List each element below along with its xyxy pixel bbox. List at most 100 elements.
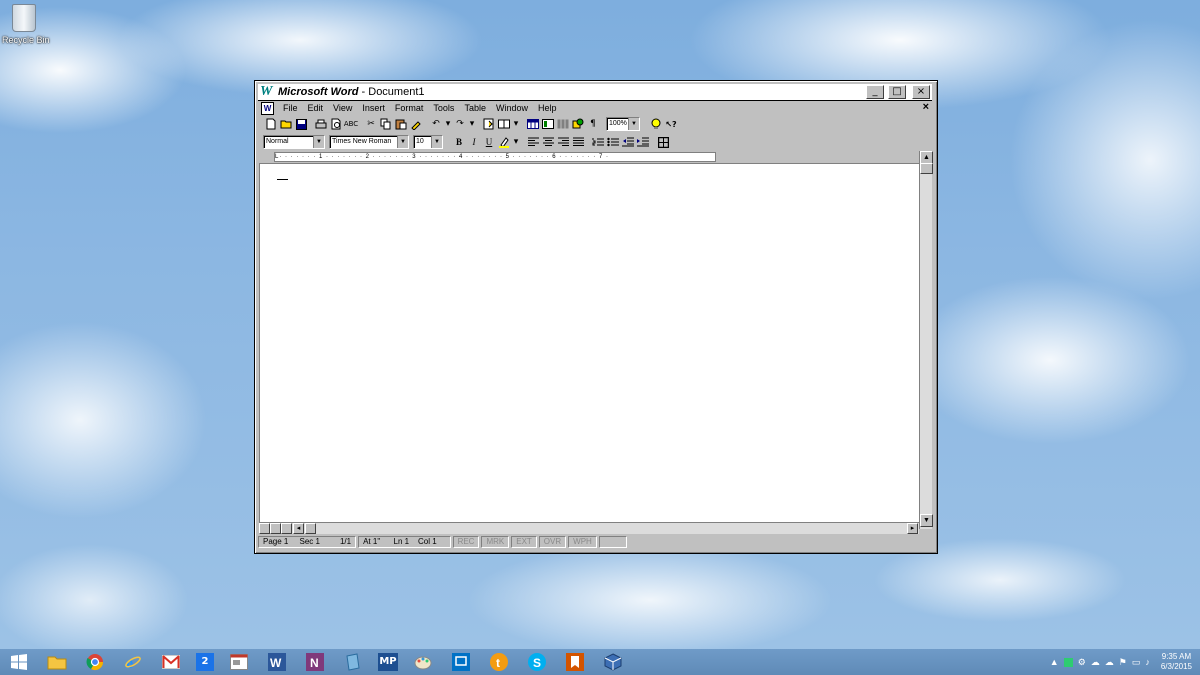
address-dropdown-icon[interactable]: ▾ [512, 117, 520, 131]
style-select[interactable]: Normal ▼ [263, 135, 325, 149]
document-control-icon[interactable]: W [261, 101, 274, 115]
bullets-icon[interactable] [606, 135, 620, 149]
recycle-bin[interactable]: Recycle Bin [2, 4, 50, 45]
insert-address-icon[interactable] [497, 117, 511, 131]
horizontal-scroll-thumb[interactable] [305, 523, 316, 534]
undo-icon[interactable]: ↶ [429, 117, 443, 131]
open-folder-icon[interactable] [279, 117, 293, 131]
underline-button[interactable]: U [482, 135, 496, 149]
increase-indent-icon[interactable] [636, 135, 650, 149]
font-select[interactable]: Times New Roman ▼ [329, 135, 409, 149]
status-rec[interactable]: REC [452, 536, 480, 548]
layout-view-button[interactable] [270, 523, 281, 534]
italic-button[interactable]: I [467, 135, 481, 149]
highlight-dropdown-icon[interactable]: ▾ [512, 135, 520, 149]
clock[interactable]: 9:35 AM 6/3/2015 [1161, 652, 1192, 672]
print-icon[interactable] [314, 117, 328, 131]
paint-icon[interactable] [410, 651, 436, 673]
bookmark-app-icon[interactable] [562, 651, 588, 673]
tumblr-icon[interactable]: t [486, 651, 512, 673]
outline-view-button[interactable] [281, 523, 292, 534]
menu-help[interactable]: Help [533, 103, 562, 113]
scroll-right-button[interactable]: ▸ [907, 523, 918, 534]
save-icon[interactable] [294, 117, 308, 131]
spelling-icon[interactable]: ABC [344, 117, 358, 131]
cloud-sync-icon[interactable]: ☁ [1105, 657, 1114, 668]
show-hidden-icons-icon[interactable]: ▲ [1050, 657, 1059, 667]
status-wph[interactable]: WPH [568, 536, 597, 548]
menu-format[interactable]: Format [390, 103, 429, 113]
chrome-icon[interactable] [82, 651, 108, 673]
remote-desktop-icon[interactable] [448, 651, 474, 673]
numbering-icon[interactable] [591, 135, 605, 149]
insert-spreadsheet-icon[interactable] [541, 117, 555, 131]
align-center-icon[interactable] [541, 135, 555, 149]
tray-settings-icon[interactable]: ⚙ [1078, 657, 1086, 668]
align-right-icon[interactable] [556, 135, 570, 149]
document-app-icon[interactable] [340, 651, 366, 673]
show-hide-icon[interactable]: ¶ [586, 117, 600, 131]
align-left-icon[interactable] [526, 135, 540, 149]
menu-table[interactable]: Table [459, 103, 491, 113]
columns-icon[interactable] [556, 117, 570, 131]
maximize-button[interactable]: □ [888, 85, 906, 99]
status-ovr[interactable]: OVR [538, 536, 567, 548]
onenote-icon[interactable]: N [302, 651, 328, 673]
drawing-icon[interactable] [571, 117, 585, 131]
mp-app-icon[interactable]: MP [378, 653, 398, 671]
bold-button[interactable]: B [452, 135, 466, 149]
new-document-icon[interactable] [264, 117, 278, 131]
menu-file[interactable]: File [278, 103, 303, 113]
word-logo-icon[interactable]: W [260, 85, 274, 99]
help-icon[interactable]: ↖? [664, 117, 678, 131]
borders-icon[interactable] [656, 135, 670, 149]
normal-view-button[interactable] [259, 523, 270, 534]
internet-explorer-icon[interactable]: e [120, 651, 146, 673]
volume-icon[interactable]: ♪ [1145, 657, 1150, 667]
news-app-icon[interactable] [226, 651, 252, 673]
ruler[interactable]: L· · · · · · · 1 · · · · · · · 2 · · · ·… [258, 151, 932, 162]
action-center-flag-icon[interactable]: ⚑ [1119, 657, 1127, 668]
scroll-left-button[interactable]: ◂ [293, 523, 304, 534]
tip-wizard-icon[interactable] [649, 117, 663, 131]
redo-dropdown-icon[interactable]: ▾ [468, 117, 476, 131]
copy-icon[interactable] [379, 117, 393, 131]
gmail-icon[interactable] [158, 651, 184, 673]
insert-table-icon[interactable] [526, 117, 540, 131]
menu-view[interactable]: View [328, 103, 357, 113]
file-explorer-icon[interactable] [44, 651, 70, 673]
title-bar[interactable]: W Microsoft Word - Document1 _ □ × [258, 84, 932, 101]
cut-icon[interactable]: ✂ [364, 117, 378, 131]
paste-icon[interactable] [394, 117, 408, 131]
display-icon[interactable]: ▭ [1132, 657, 1141, 668]
autoformat-icon[interactable] [482, 117, 496, 131]
undo-dropdown-icon[interactable]: ▾ [444, 117, 452, 131]
close-button[interactable]: × [912, 85, 930, 99]
minimize-button[interactable]: _ [866, 85, 884, 99]
vertical-scrollbar[interactable]: ▲ ▼ [919, 151, 933, 529]
tray-app-icon[interactable] [1063, 657, 1073, 667]
skype-icon[interactable]: S [524, 651, 550, 673]
redo-icon[interactable]: ↷ [453, 117, 467, 131]
menu-tools[interactable]: Tools [428, 103, 459, 113]
horizontal-scrollbar[interactable]: ◂ ▸ [259, 522, 919, 534]
scroll-down-button[interactable]: ▼ [920, 514, 933, 527]
justify-icon[interactable] [571, 135, 585, 149]
start-button[interactable] [6, 649, 32, 675]
menu-insert[interactable]: Insert [357, 103, 390, 113]
virtualbox-icon[interactable] [600, 651, 626, 673]
status-ext[interactable]: EXT [511, 536, 537, 548]
decrease-indent-icon[interactable] [621, 135, 635, 149]
onedrive-icon[interactable]: ☁ [1091, 657, 1100, 668]
status-mrk[interactable]: MRK [481, 536, 510, 548]
document-area[interactable] [259, 163, 920, 522]
word-taskbar-icon[interactable]: W [264, 651, 290, 673]
format-painter-icon[interactable] [409, 117, 423, 131]
zoom-select[interactable]: 100% ▼ [606, 117, 640, 131]
calendar-icon[interactable]: 2 [196, 653, 214, 671]
highlight-icon[interactable] [497, 135, 511, 149]
scroll-thumb[interactable] [920, 163, 933, 174]
document-close-button[interactable]: × [923, 101, 929, 113]
print-preview-icon[interactable] [329, 117, 343, 131]
font-size-select[interactable]: 10 ▼ [413, 135, 443, 149]
